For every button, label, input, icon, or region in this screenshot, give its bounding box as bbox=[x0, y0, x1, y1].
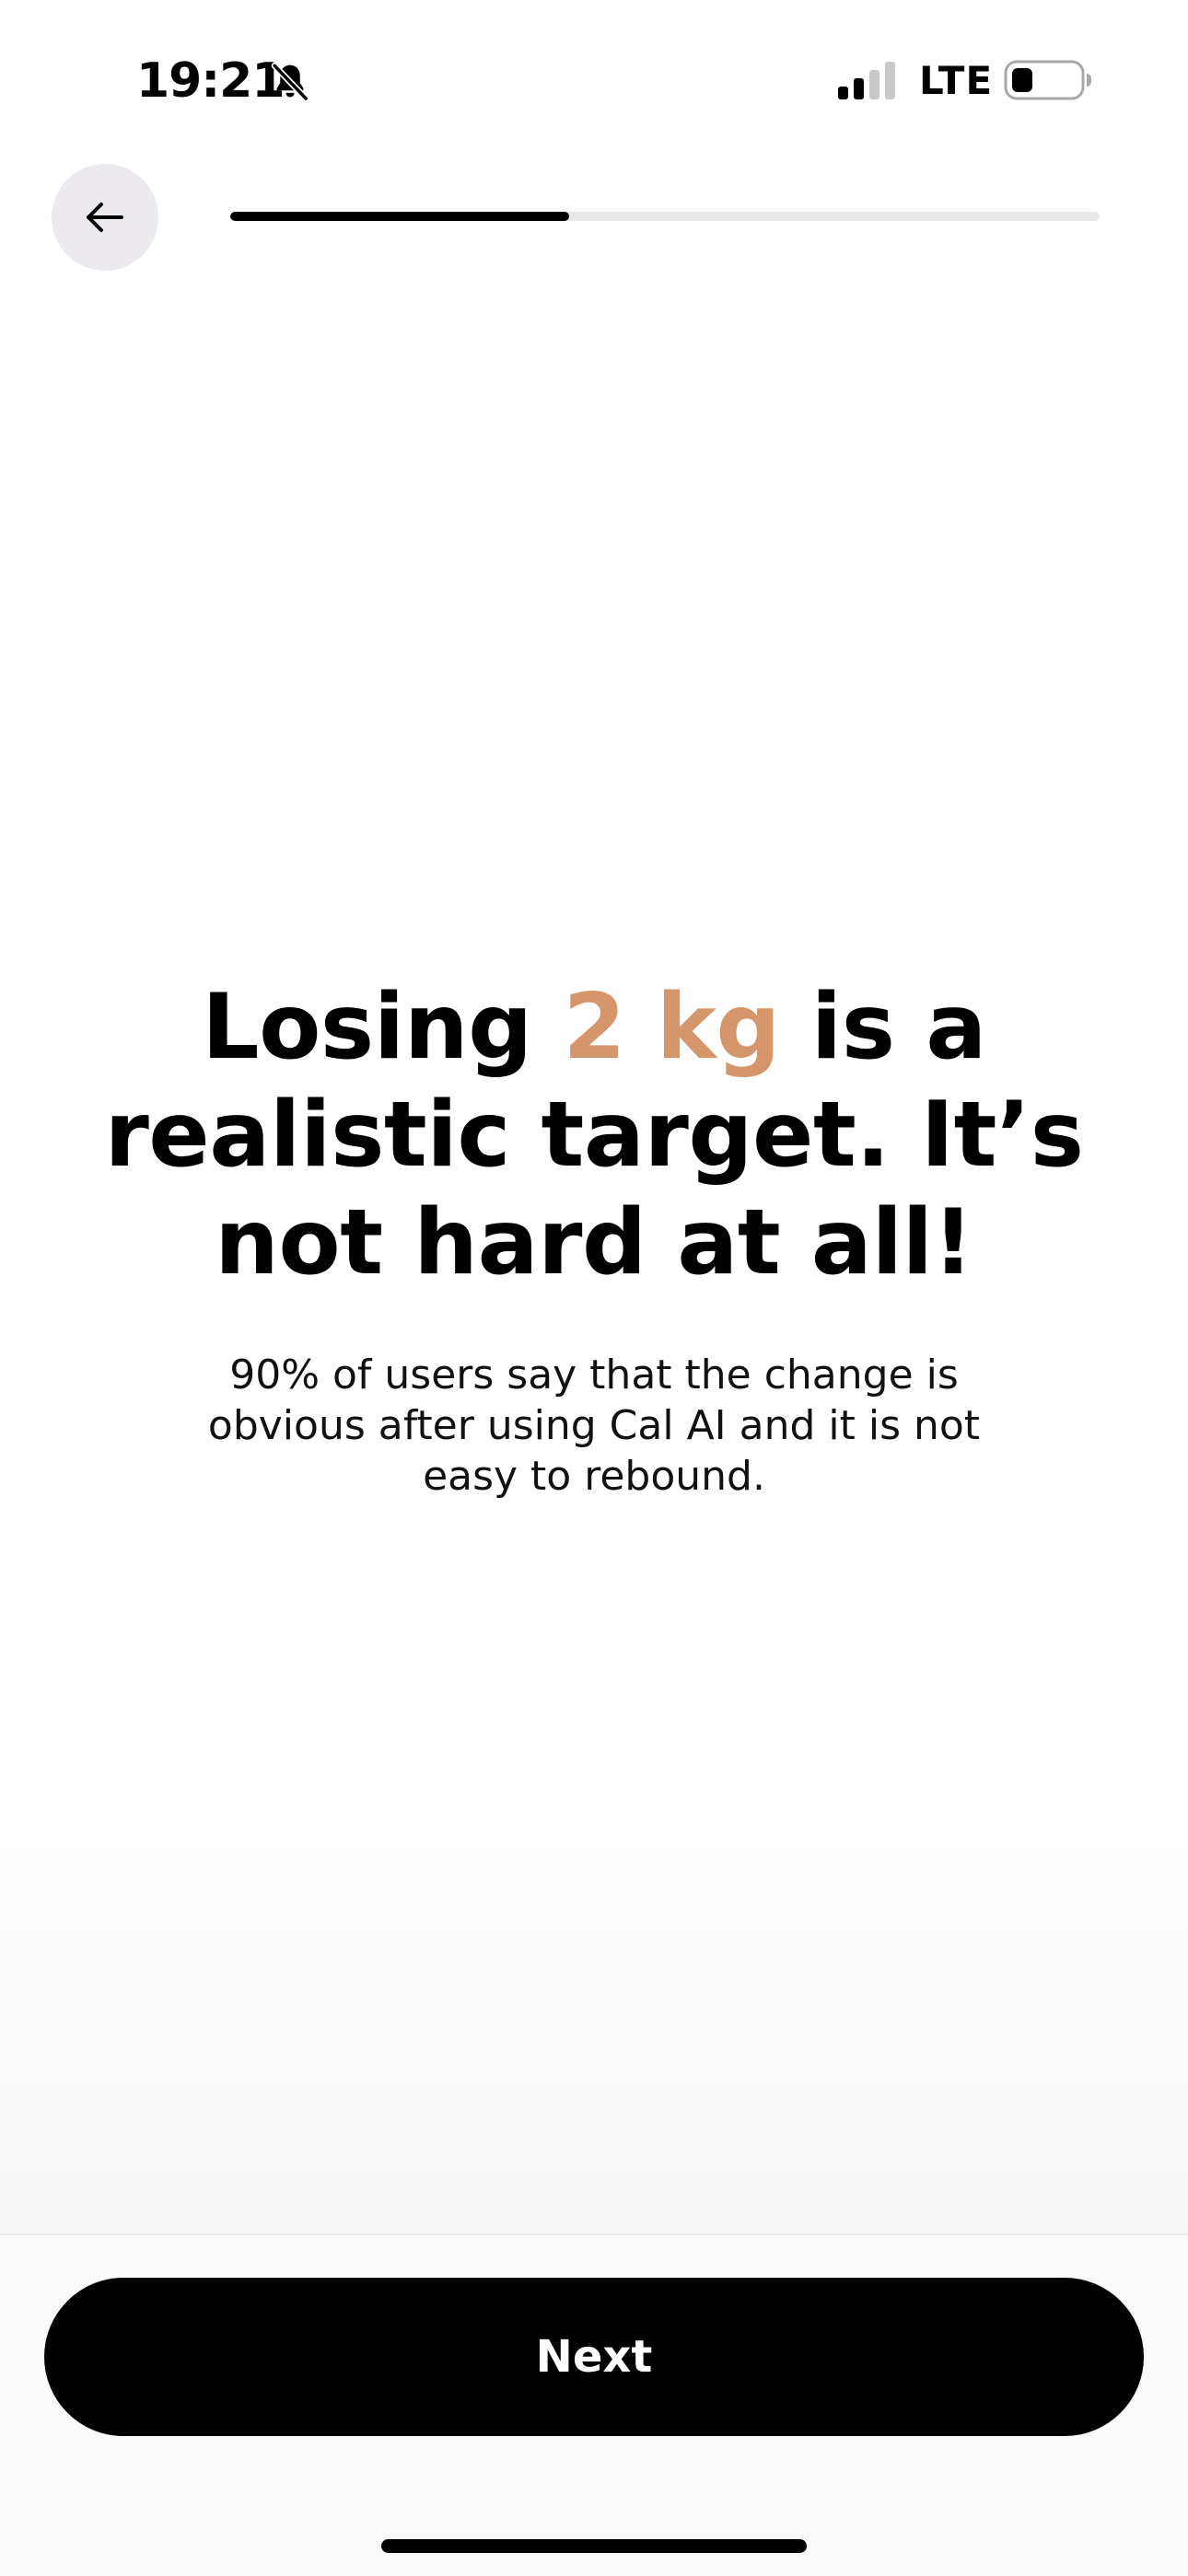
headline-prefix: Losing bbox=[202, 975, 564, 1080]
page-title: Losing 2 kg is a realistic target. It’s … bbox=[55, 974, 1133, 1297]
status-time: 19:21 bbox=[136, 53, 285, 109]
back-button[interactable] bbox=[52, 164, 158, 271]
bottom-fade bbox=[0, 1832, 1188, 2235]
next-button[interactable]: Next bbox=[44, 2278, 1144, 2436]
cellular-signal-icon bbox=[838, 62, 895, 99]
network-type-label: LTE bbox=[919, 58, 994, 103]
battery-icon bbox=[1004, 60, 1091, 100]
onboarding-progress-bar bbox=[230, 212, 1100, 221]
page-subtitle: 90% of users say that the change is obvi… bbox=[207, 1352, 981, 1500]
arrow-left-icon bbox=[87, 203, 123, 232]
status-bar: 19:21 LTE bbox=[0, 0, 1188, 157]
progress-fill bbox=[230, 212, 570, 221]
headline-goal-amount: 2 kg bbox=[563, 975, 781, 1080]
home-indicator bbox=[381, 2539, 807, 2553]
bell-slash-icon bbox=[271, 62, 309, 102]
